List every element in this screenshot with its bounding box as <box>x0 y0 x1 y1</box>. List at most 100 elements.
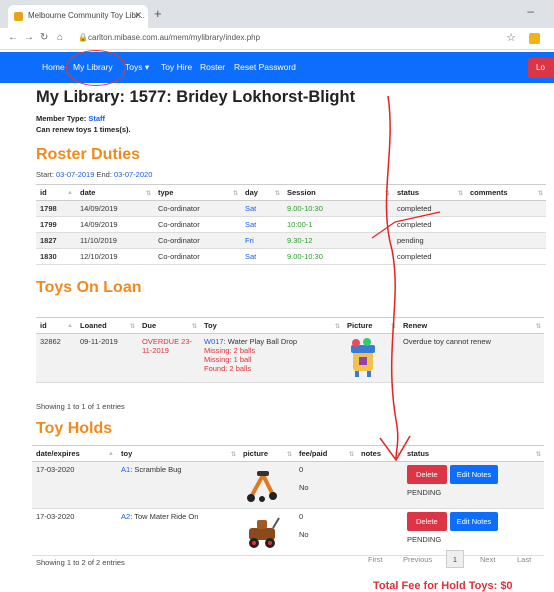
extension-icon[interactable] <box>529 33 540 44</box>
pager-previous[interactable]: Previous <box>403 555 432 564</box>
bookmark-star-icon[interactable]: ☆ <box>506 31 516 44</box>
edit-notes-button[interactable]: Edit Notes <box>449 512 499 531</box>
nav-home[interactable]: Home <box>42 62 65 72</box>
sort-icon: ▲ <box>108 451 114 457</box>
col-header[interactable]: status ⇅ <box>403 445 544 462</box>
end-label: End: <box>94 170 114 179</box>
picture-cell <box>343 333 399 383</box>
col-label: Renew <box>403 321 428 330</box>
edit-notes-button[interactable]: Edit Notes <box>449 465 499 484</box>
fee-cell: 0 No <box>295 508 357 556</box>
holds-table: date/expires ▲ toy ⇅ picture ⇅ fee/paid ⇅ no… <box>32 445 544 556</box>
browser-tab-bar: Melbourne Community Toy Libr... ✕ + – <box>0 0 554 28</box>
cell: 09-11-2019 <box>76 333 138 383</box>
reload-icon[interactable]: ↻ <box>40 32 48 43</box>
col-label: notes <box>361 449 382 458</box>
cell: completed <box>393 200 466 217</box>
sort-icon: ⇅ <box>384 191 390 197</box>
sort-icon: ⇅ <box>537 191 543 197</box>
col-header[interactable]: id ▲ <box>36 184 76 201</box>
new-tab-icon[interactable]: + <box>154 6 162 21</box>
missing-note: Missing: 2 balls <box>204 346 256 355</box>
col-header[interactable]: toy ⇅ <box>117 445 239 462</box>
col-header[interactable]: Loaned ⇅ <box>76 317 138 334</box>
cell <box>466 232 546 249</box>
sort-icon: ⇅ <box>535 452 541 458</box>
nav-toy-hire[interactable]: Toy Hire <box>161 62 192 72</box>
delete-button[interactable]: Delete <box>407 465 447 484</box>
back-icon[interactable]: ← <box>8 32 18 43</box>
browser-tab[interactable]: Melbourne Community Toy Libr... ✕ <box>8 5 148 28</box>
cell: completed <box>393 248 466 265</box>
col-header[interactable]: type ⇅ <box>154 184 241 201</box>
loans-table: id ▲ Loaned ⇅ Due ⇅ Toy ⇅ Picture ⇅ Renew ⇅ 32… <box>36 317 544 383</box>
renew-info: Can renew toys 1 times(s). <box>36 125 131 134</box>
col-header[interactable]: picture ⇅ <box>239 445 295 462</box>
col-label: id <box>40 321 47 330</box>
col-header[interactable]: Toy ⇅ <box>200 317 343 334</box>
toy-code-link[interactable]: A2 <box>121 512 130 521</box>
pager-first[interactable]: First <box>368 555 383 564</box>
cell: OVERDUE 23-11-2019 <box>138 333 200 383</box>
sort-icon: ⇅ <box>232 191 238 197</box>
col-header[interactable]: status ⇅ <box>393 184 466 201</box>
status-cell: Delete Edit Notes PENDING <box>403 508 544 556</box>
col-label: Due <box>142 321 157 330</box>
col-header[interactable]: Picture ⇅ <box>343 317 399 334</box>
col-header[interactable]: fee/paid ⇅ <box>295 445 357 462</box>
col-header[interactable]: id ▲ <box>36 317 76 334</box>
toy-cell: W017: Water Play Ball Drop Missing: 2 ba… <box>200 333 343 383</box>
toy-code-link[interactable]: W017 <box>204 337 224 346</box>
col-header[interactable]: comments ⇅ <box>466 184 546 201</box>
cell: 1798 <box>36 200 76 217</box>
col-header[interactable]: Session ⇅ <box>283 184 393 201</box>
cell <box>466 248 546 265</box>
col-label: date <box>80 188 96 197</box>
col-header[interactable]: notes ⇅ <box>357 445 403 462</box>
sort-icon: ▲ <box>67 323 73 329</box>
url-field[interactable]: carlton.mibase.com.au/mem/mylibrary/inde… <box>88 33 260 42</box>
toy-code-link[interactable]: A1 <box>121 465 130 474</box>
sort-icon: ⇅ <box>129 324 135 330</box>
minimize-icon[interactable]: – <box>527 4 534 18</box>
nav-roster[interactable]: Roster <box>200 62 225 72</box>
cell: 17-03-2020 <box>32 461 117 509</box>
col-label: date/expires <box>36 449 80 458</box>
col-label: Picture <box>347 321 373 330</box>
logout-button[interactable]: Lo <box>528 58 554 78</box>
pager-last[interactable]: Last <box>517 555 531 564</box>
col-header[interactable]: date/expires ▲ <box>32 445 117 462</box>
fee-value: 0 <box>299 465 304 474</box>
sort-icon: ⇅ <box>191 324 197 330</box>
holds-entries-info: Showing 1 to 2 of 2 entries <box>36 558 125 567</box>
nav-reset-password[interactable]: Reset Password <box>234 62 296 72</box>
close-tab-icon[interactable]: ✕ <box>134 10 142 21</box>
notes-cell <box>357 461 403 509</box>
cell: 32862 <box>36 333 76 383</box>
address-bar: ← → ↻ ⌂ 🔒 carlton.mibase.com.au/mem/myli… <box>0 28 554 50</box>
col-header[interactable]: day ⇅ <box>241 184 283 201</box>
page-title: My Library: 1577: Bridey Lokhorst-Blight <box>36 88 356 106</box>
pager-current[interactable]: 1 <box>446 550 464 568</box>
toy-name: : Scramble Bug <box>130 465 182 474</box>
toy-cell: A1: Scramble Bug <box>117 461 239 509</box>
delete-button[interactable]: Delete <box>407 512 447 531</box>
paid-value: No <box>299 483 309 492</box>
home-icon[interactable]: ⌂ <box>57 32 63 43</box>
sort-icon: ⇅ <box>390 324 396 330</box>
col-label: toy <box>121 449 133 458</box>
sort-icon: ⇅ <box>286 452 292 458</box>
col-label: Session <box>287 188 316 197</box>
col-label: status <box>397 188 420 197</box>
toy-name: : Water Play Ball Drop <box>223 337 298 346</box>
status-badge: PENDING <box>407 535 442 544</box>
roster-heading: Roster Duties <box>36 146 141 163</box>
cell: Co-ordinator <box>154 248 241 265</box>
nav-toys[interactable]: Toys ▾ <box>125 62 149 73</box>
col-header[interactable]: Renew ⇅ <box>399 317 544 334</box>
col-header[interactable]: date ⇅ <box>76 184 154 201</box>
pager-next[interactable]: Next <box>480 555 495 564</box>
forward-icon[interactable]: → <box>24 32 34 43</box>
roster-dates: Start: 03-07-2019 End: 03-07-2020 <box>36 170 152 179</box>
col-header[interactable]: Due ⇅ <box>138 317 200 334</box>
